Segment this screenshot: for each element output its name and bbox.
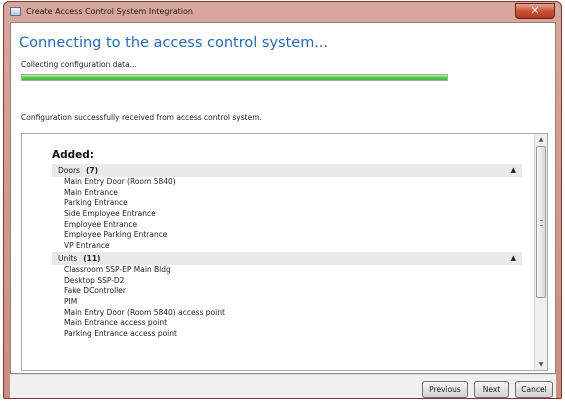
list-item[interactable]: Main Entrance access point — [52, 318, 522, 329]
group-count: (11) — [83, 253, 101, 263]
status-text: Collecting configuration data... — [21, 60, 137, 69]
list-item[interactable]: Main Entrance — [52, 188, 522, 199]
group-name: Doors — [58, 166, 80, 175]
list-item[interactable]: Parking Entrance access point — [52, 329, 522, 340]
vertical-scrollbar[interactable]: ▲ ▼ — [534, 134, 547, 370]
list-item[interactable]: Parking Entrance — [52, 198, 522, 209]
added-heading: Added: — [52, 149, 94, 161]
list-item[interactable]: Classroom SSP-EP Main Bldg — [52, 265, 522, 276]
dialog-window: Create Access Control System Integration… — [3, 1, 562, 399]
list-item[interactable]: VP Entrance — [52, 241, 522, 252]
list-item[interactable]: Desktop SSP-D2 — [52, 276, 522, 287]
list-item[interactable]: Side Employee Entrance — [52, 209, 522, 220]
cancel-button[interactable]: Cancel — [515, 381, 553, 398]
scrollbar-thumb[interactable] — [536, 146, 546, 298]
next-button[interactable]: Next — [474, 381, 509, 398]
list-item[interactable]: Main Entry Door (Room 5840) — [52, 177, 522, 188]
chevron-up-icon[interactable]: ▲ — [511, 252, 516, 265]
chevron-up-icon[interactable]: ▲ — [511, 164, 516, 177]
group-name: Units — [58, 253, 78, 263]
progress-bar-fill — [22, 75, 447, 80]
group-header-doors[interactable]: Doors (7) ▲ — [52, 164, 522, 177]
progress-bar — [21, 74, 448, 81]
list-content: Added: Doors (7) ▲ Main Entry Door (Room … — [52, 148, 522, 340]
list-item[interactable]: Employee Parking Entrance — [52, 230, 522, 241]
page-title: Connecting to the access control system.… — [19, 35, 329, 51]
added-items-list[interactable]: Added: Doors (7) ▲ Main Entry Door (Room … — [21, 133, 548, 371]
list-item[interactable]: Main Entry Door (Room 5840) access point — [52, 308, 522, 319]
grip-icon — [540, 220, 543, 226]
button-bar: Previous Next Cancel — [10, 374, 556, 398]
list-item[interactable]: PIM — [52, 297, 522, 308]
previous-button[interactable]: Previous — [422, 381, 468, 398]
group-header-units[interactable]: Units (11) ▲ — [52, 251, 522, 265]
group-count: (7) — [85, 166, 99, 175]
list-item[interactable]: Fake DController — [52, 286, 522, 297]
scroll-down-arrow-icon[interactable]: ▼ — [535, 359, 547, 370]
window-title: Create Access Control System Integration — [26, 7, 193, 16]
list-item[interactable]: Employee Entrance — [52, 220, 522, 231]
title-bar[interactable]: Create Access Control System Integration… — [4, 2, 561, 22]
window-app-icon — [10, 7, 21, 16]
success-message: Configuration successfully received from… — [21, 113, 262, 122]
scroll-up-arrow-icon[interactable]: ▲ — [535, 134, 547, 145]
close-icon[interactable]: ✕ — [515, 3, 555, 19]
